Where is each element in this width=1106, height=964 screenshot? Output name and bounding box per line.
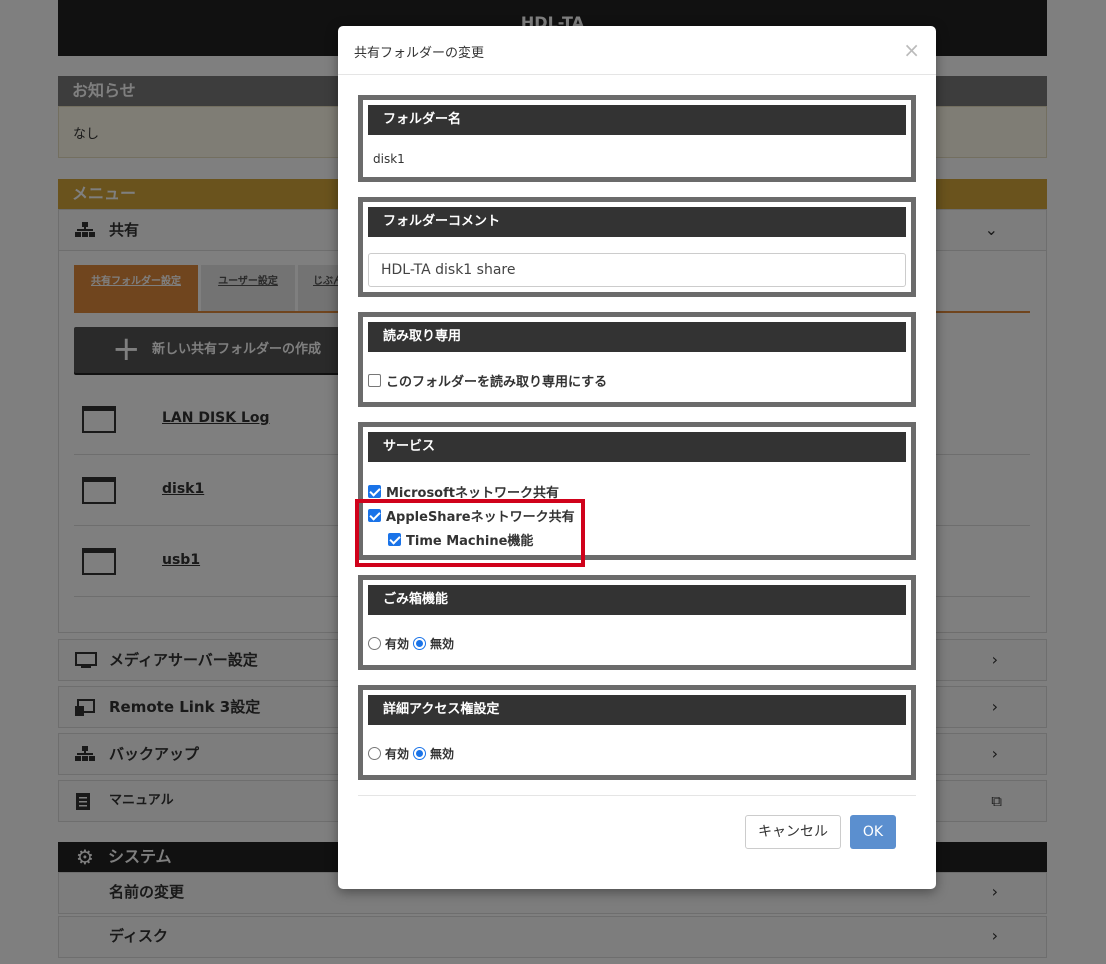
- access-radio-group: 有効 無効: [368, 745, 458, 762]
- access-enabled-radio[interactable]: [368, 747, 381, 760]
- access-disabled-radio[interactable]: [413, 747, 427, 760]
- read-only-option[interactable]: このフォルダーを読み取り専用にする: [368, 371, 607, 390]
- trash-disabled-label: 無効: [430, 637, 455, 651]
- folder-name-section: フォルダー名 disk1: [358, 95, 916, 182]
- trash-section: ごみ箱機能 有効 無効: [358, 575, 916, 670]
- access-enabled-label: 有効: [385, 747, 410, 761]
- trash-enabled-radio[interactable]: [368, 637, 381, 650]
- dialog-title: 共有フォルダーの変更: [354, 46, 485, 61]
- trash-disabled-radio[interactable]: [413, 637, 427, 650]
- folder-comment-section: フォルダーコメント HDL-TA disk1 share: [358, 197, 916, 297]
- read-only-checkbox[interactable]: [368, 374, 381, 387]
- folder-name-value: disk1: [373, 152, 405, 166]
- read-only-section: 読み取り専用 このフォルダーを読み取り専用にする: [358, 312, 916, 407]
- folder-name-heading: フォルダー名: [368, 105, 906, 135]
- microsoft-share-checkbox[interactable]: [368, 485, 381, 498]
- highlight-annotation: [355, 499, 585, 567]
- folder-comment-heading: フォルダーコメント: [368, 207, 906, 237]
- access-heading: 詳細アクセス権設定: [368, 695, 906, 725]
- read-only-label: このフォルダーを読み取り専用にする: [386, 375, 608, 390]
- edit-shared-folder-dialog: 共有フォルダーの変更 × フォルダー名 disk1 フォルダーコメント HDL-…: [338, 26, 936, 889]
- folder-comment-input[interactable]: HDL-TA disk1 share: [368, 253, 906, 287]
- access-disabled-label: 無効: [430, 747, 455, 761]
- ok-button[interactable]: OK: [850, 815, 896, 849]
- close-icon[interactable]: ×: [903, 38, 920, 62]
- dialog-header-divider: [338, 74, 936, 75]
- access-section: 詳細アクセス権設定 有効 無効: [358, 685, 916, 780]
- read-only-heading: 読み取り専用: [368, 322, 906, 352]
- service-heading: サービス: [368, 432, 906, 462]
- dialog-footer-divider: [358, 795, 916, 796]
- trash-radio-group: 有効 無効: [368, 635, 458, 652]
- cancel-button[interactable]: キャンセル: [745, 815, 841, 849]
- trash-enabled-label: 有効: [385, 637, 410, 651]
- trash-heading: ごみ箱機能: [368, 585, 906, 615]
